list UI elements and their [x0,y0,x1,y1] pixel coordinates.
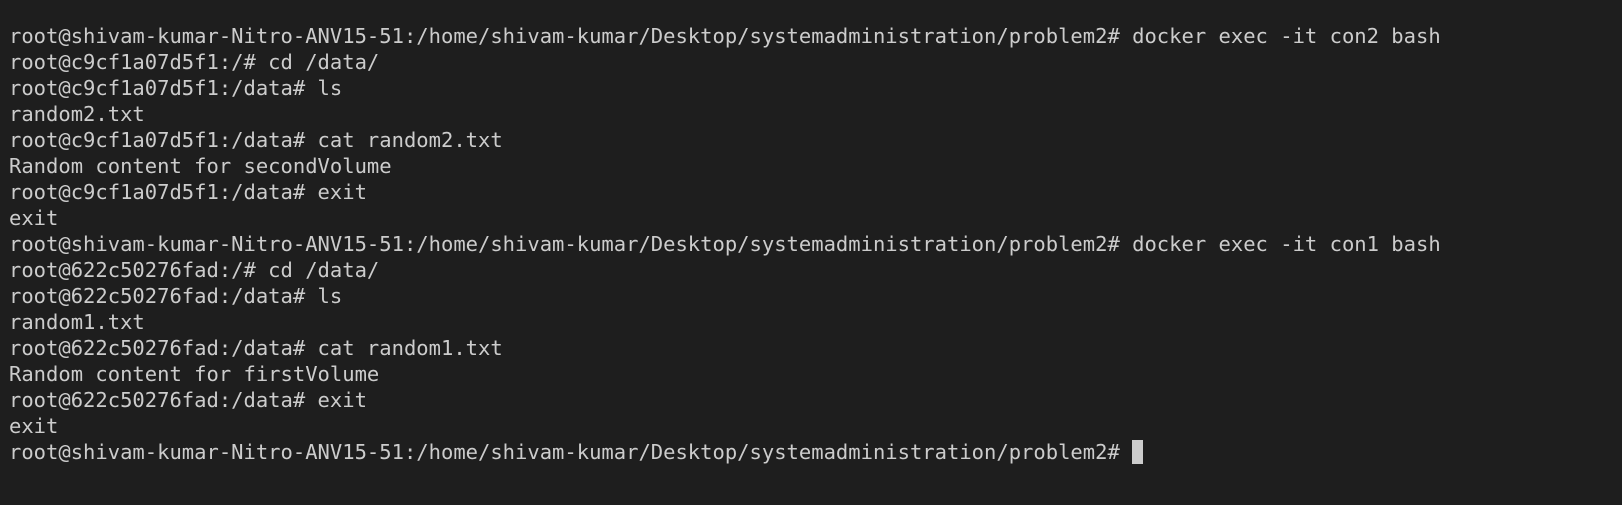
terminal-line: random1.txt [9,310,145,334]
terminal-line: root@c9cf1a07d5f1:/data# cat random2.txt [9,128,503,152]
terminal-window[interactable]: root@shivam-kumar-Nitro-ANV15-51:/home/s… [0,0,1622,505]
terminal-line: root@c9cf1a07d5f1:/data# exit [9,180,367,204]
terminal-line: root@622c50276fad:/data# exit [9,388,367,412]
terminal-line: Random content for secondVolume [9,154,392,178]
terminal-line: exit [9,414,59,438]
terminal-input-line[interactable]: root@shivam-kumar-Nitro-ANV15-51:/home/s… [9,439,1622,465]
text-cursor [1132,440,1144,464]
terminal-line: root@c9cf1a07d5f1:/# cd /data/ [9,50,380,74]
terminal-line: root@shivam-kumar-Nitro-ANV15-51:/home/s… [9,24,1441,48]
terminal-line: exit [9,206,59,230]
terminal-line: random2.txt [9,102,145,126]
terminal-line: root@622c50276fad:/# cd /data/ [9,258,380,282]
terminal-line: root@c9cf1a07d5f1:/data# ls [9,76,343,100]
shell-prompt: root@shivam-kumar-Nitro-ANV15-51:/home/s… [9,440,1133,464]
terminal-line: root@622c50276fad:/data# cat random1.txt [9,336,503,360]
terminal-line: root@622c50276fad:/data# ls [9,284,343,308]
terminal-line: root@shivam-kumar-Nitro-ANV15-51:/home/s… [9,232,1441,256]
terminal-line: Random content for firstVolume [9,362,380,386]
